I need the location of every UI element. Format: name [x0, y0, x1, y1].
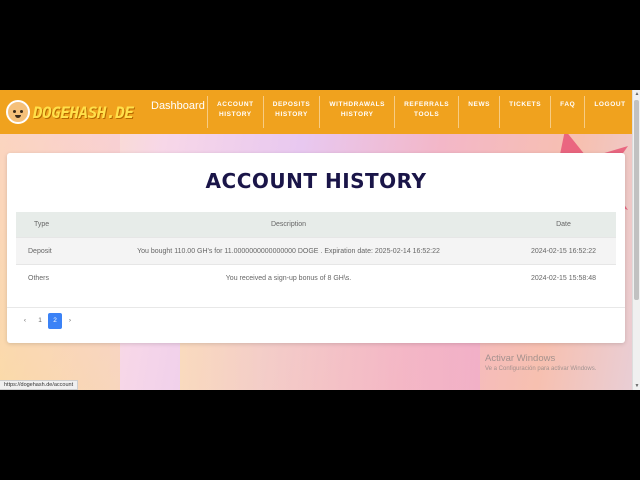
- nav-menu: ACCOUNT HISTORY DEPOSITS HISTORY WITHDRAWA…: [207, 96, 635, 128]
- nav-logout[interactable]: LOGOUT: [584, 96, 634, 128]
- column-header-type: Type: [34, 221, 50, 228]
- nav-withdrawals-history[interactable]: WITHDRAWALS HISTORY: [319, 96, 394, 128]
- scroll-down-icon[interactable]: ▼: [634, 383, 640, 389]
- watermark-title: Activar Windows: [485, 353, 556, 364]
- scroll-up-icon[interactable]: ▲: [634, 91, 640, 97]
- browser-viewport: DOGEHASH.DE Dashboard ACCOUNT HISTORY DEP…: [0, 90, 640, 390]
- account-history-card: ACCOUNT HISTORY Type Description Date De…: [7, 153, 625, 343]
- page-scrollbar[interactable]: ▲ ▼: [632, 90, 640, 390]
- nav-account-history[interactable]: ACCOUNT HISTORY: [207, 96, 263, 128]
- browser-status-url: https://dogehash.de/account: [0, 380, 79, 390]
- brand-logo[interactable]: DOGEHASH.DE: [6, 99, 134, 125]
- history-table: Type Description Date Deposit You bought…: [16, 212, 616, 291]
- doge-logo-icon: [6, 100, 30, 124]
- nav-referrals-tools[interactable]: REFERRALS TOOLS: [394, 96, 458, 128]
- pagination-page-2[interactable]: 2: [48, 313, 62, 329]
- watermark-subtitle: Ve a Configuración para activar Windows.: [485, 366, 597, 372]
- nav-tickets[interactable]: TICKETS: [499, 96, 550, 128]
- page-title: ACCOUNT HISTORY: [205, 169, 427, 193]
- nav-news[interactable]: NEWS: [458, 96, 499, 128]
- video-letterbox-bottom: [0, 390, 640, 480]
- windows-activation-watermark: Activar Windows Ve a Configuración para …: [485, 353, 596, 372]
- nav-faq[interactable]: FAQ: [550, 96, 584, 128]
- cell-type: Others: [28, 274, 50, 282]
- video-letterbox-top: [0, 0, 640, 90]
- cell-date: 2024-02-15 15:58:48: [531, 274, 596, 282]
- table-row: Deposit You bought 110.00 GH's for 11.00…: [16, 237, 616, 264]
- cell-type: Deposit: [28, 247, 52, 255]
- pagination-page-1[interactable]: 1: [33, 313, 47, 329]
- brand-name: DOGEHASH.DE: [33, 102, 134, 122]
- pagination: ‹ 1 2 ›: [18, 313, 78, 329]
- divider: [7, 307, 625, 308]
- nav-deposits-history[interactable]: DEPOSITS HISTORY: [262, 96, 320, 128]
- pagination-next[interactable]: ›: [63, 313, 77, 329]
- cell-description: You received a sign-up bonus of 8 GH\s.: [225, 274, 352, 282]
- column-header-date: Date: [556, 221, 571, 228]
- table-row: Others You received a sign-up bonus of 8…: [16, 264, 616, 291]
- background-shape: [180, 340, 480, 390]
- column-header-description: Description: [270, 221, 306, 228]
- scroll-thumb[interactable]: [634, 100, 639, 300]
- table-header: Type Description Date: [16, 212, 616, 237]
- nav-dashboard[interactable]: Dashboard: [151, 100, 205, 112]
- cell-description: You bought 110.00 GH's for 11.0000000000…: [137, 247, 440, 255]
- navbar: DOGEHASH.DE Dashboard ACCOUNT HISTORY DEP…: [0, 90, 632, 134]
- pagination-prev[interactable]: ‹: [18, 313, 32, 329]
- cell-date: 2024-02-15 16:52:22: [531, 247, 596, 255]
